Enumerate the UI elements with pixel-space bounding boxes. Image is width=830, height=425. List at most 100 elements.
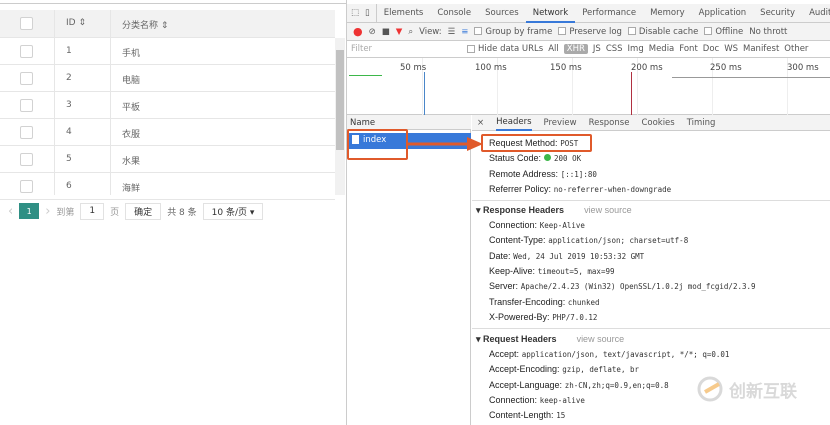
table-row[interactable]: 3 平板 — [0, 92, 335, 119]
header-value: 200 OK — [554, 154, 582, 164]
detail-tab-preview[interactable]: Preview — [544, 118, 577, 128]
device-icon[interactable]: ▯ — [363, 3, 377, 23]
tab-application[interactable]: Application — [692, 4, 754, 23]
row-checkbox[interactable] — [20, 45, 33, 58]
filter-type-doc[interactable]: Doc — [703, 44, 719, 54]
filter-type-css[interactable]: CSS — [606, 44, 623, 54]
header-key: Referrer Policy: — [489, 183, 552, 194]
filter-type-js[interactable]: JS — [593, 44, 601, 54]
tab-performance[interactable]: Performance — [575, 4, 643, 23]
clear-icon[interactable]: ⊘ — [369, 27, 376, 37]
filter-type-media[interactable]: Media — [649, 44, 675, 54]
page-input[interactable]: 1 — [80, 202, 105, 220]
header-row: Connection: keep-alive — [489, 395, 585, 406]
search-icon[interactable]: ⌕ — [408, 27, 413, 37]
tab-elements[interactable]: Elements — [377, 4, 431, 23]
row-checkbox[interactable] — [20, 99, 33, 112]
divider — [0, 3, 346, 4]
divider — [110, 10, 111, 195]
header-key: Content-Type: — [489, 235, 546, 246]
confirm-button[interactable]: 确定 — [125, 202, 162, 220]
filter-type-all[interactable]: All — [548, 44, 559, 54]
timeline-tick: 100 ms — [475, 63, 507, 73]
timeline-tick: 200 ms — [631, 63, 663, 73]
page-1-button[interactable]: 1 — [19, 203, 40, 219]
per-page-select[interactable]: 10 条/页 ▾ — [202, 202, 264, 220]
header-value: timeout=5, max=99 — [537, 266, 615, 276]
header-key: Transfer-Encoding: — [489, 296, 566, 307]
cell-id: 5 — [66, 154, 72, 164]
name-column-header[interactable]: Name — [347, 115, 471, 130]
group-by-frame-checkbox[interactable]: Group by frame — [474, 27, 552, 37]
filter-type-img[interactable]: Img — [628, 44, 644, 54]
select-all-checkbox[interactable] — [20, 17, 33, 30]
header-key: Accept-Language: — [489, 379, 563, 390]
devtools-panel: ⬚ ▯ Elements Console Sources Network Perform… — [346, 0, 830, 425]
cell-id: 3 — [66, 100, 72, 110]
filter-type-xhr[interactable]: XHR — [563, 44, 588, 54]
detail-tab-cookies[interactable]: Cookies — [641, 118, 674, 128]
row-checkbox[interactable] — [20, 72, 33, 85]
header-key: Connection: — [489, 394, 538, 405]
disable-cache-checkbox[interactable]: Disable cache — [627, 27, 698, 37]
column-name[interactable]: 分类名称 ⇕ — [122, 18, 168, 31]
request-headers-toggle[interactable]: ▾ Request Headers view source — [476, 334, 624, 345]
view-source-link[interactable]: view source — [577, 334, 625, 344]
header-row: Date: Wed, 24 Jul 2019 10:53:32 GMT — [489, 251, 644, 262]
header-key: Server: — [489, 281, 519, 292]
header-row: Transfer-Encoding: chunked — [489, 297, 600, 308]
filter-input[interactable]: Filter — [347, 44, 467, 54]
scrollbar-thumb[interactable] — [336, 50, 344, 150]
row-checkbox[interactable] — [20, 153, 33, 166]
close-icon[interactable]: × — [477, 118, 484, 128]
preserve-log-checkbox[interactable]: Preserve log — [558, 27, 622, 37]
view-source-link[interactable]: view source — [584, 205, 632, 215]
header-key: Date: — [489, 250, 511, 261]
tab-sources[interactable]: Sources — [478, 4, 526, 23]
header-value: [::1]:80 — [560, 169, 597, 179]
table-row[interactable]: 2 电脑 — [0, 65, 335, 92]
web-page: ID ⇕ 分类名称 ⇕ 1 手机 2 电脑 3 平板 4 衣服 5 水果 6 海鲜 ‹ 1 › 到第 … — [0, 0, 346, 425]
column-id[interactable]: ID ⇕ — [66, 18, 86, 28]
cell-id: 2 — [66, 73, 72, 83]
waterfall-icon[interactable]: ≡ — [461, 27, 468, 37]
response-headers-toggle[interactable]: ▾ Response Headers view source — [476, 205, 632, 216]
tab-network[interactable]: Network — [525, 4, 576, 23]
row-checkbox[interactable] — [20, 126, 33, 139]
cell-name: 电脑 — [122, 76, 141, 86]
detail-tab-response[interactable]: Response — [589, 118, 630, 128]
cell-id: 4 — [66, 127, 72, 137]
filter-type-ws[interactable]: WS — [724, 44, 738, 54]
header-row: Status Code: 200 OK — [489, 153, 581, 164]
row-checkbox[interactable] — [20, 180, 33, 193]
next-page-button[interactable]: › — [45, 204, 50, 219]
detail-tab-timing[interactable]: Timing — [687, 118, 716, 128]
tab-security[interactable]: Security — [753, 4, 802, 23]
tab-memory[interactable]: Memory — [643, 4, 692, 23]
list-view-icon[interactable]: ☰ — [448, 27, 456, 37]
table-header: ID ⇕ 分类名称 ⇕ — [0, 10, 335, 38]
header-value: PHP/7.0.12 — [552, 312, 598, 322]
header-value: keep-alive — [539, 395, 585, 405]
camera-icon[interactable]: ■ — [382, 27, 390, 37]
header-key: Request Method: — [489, 138, 558, 148]
timeline-overview[interactable]: 50 ms 100 ms 150 ms 200 ms 250 ms 300 ms — [347, 58, 830, 115]
record-icon[interactable]: ● — [353, 25, 363, 38]
table-row[interactable]: 1 手机 — [0, 38, 335, 65]
table-row[interactable]: 5 水果 — [0, 146, 335, 173]
prev-page-button[interactable]: ‹ — [8, 204, 13, 219]
tab-audits[interactable]: Audits — [802, 4, 830, 23]
page-unit-label: 页 — [110, 207, 120, 218]
filter-type-font[interactable]: Font — [679, 44, 698, 54]
hide-data-urls-checkbox[interactable]: Hide data URLs — [467, 44, 543, 54]
filter-icon[interactable]: ▼ — [396, 27, 403, 37]
inspect-icon[interactable]: ⬚ — [347, 4, 363, 23]
header-value: zh-CN,zh;q=0.9,en;q=0.8 — [564, 380, 669, 390]
offline-checkbox[interactable]: Offline — [704, 27, 743, 37]
filter-type-manifest[interactable]: Manifest — [743, 44, 779, 54]
tab-console[interactable]: Console — [430, 4, 478, 23]
filter-type-other[interactable]: Other — [784, 44, 808, 54]
throttle-select[interactable]: No thrott — [749, 27, 787, 37]
detail-tab-headers[interactable]: Headers — [496, 115, 532, 131]
table-row[interactable]: 4 衣服 — [0, 119, 335, 146]
